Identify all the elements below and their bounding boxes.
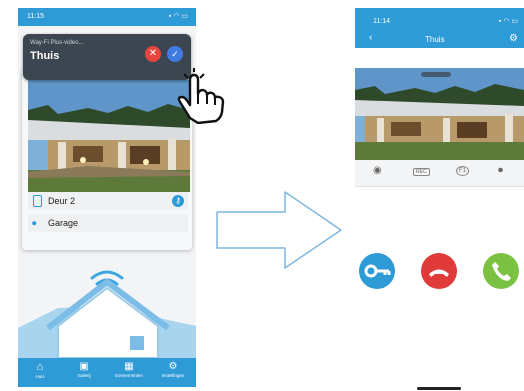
notification-app-label: Way-Fi Plus-video... [30, 40, 84, 46]
hang-up-icon [429, 269, 449, 277]
camera-preview[interactable] [28, 80, 190, 192]
accept-button[interactable]: ✓ [167, 46, 183, 62]
unlock-button[interactable] [359, 253, 395, 289]
back-icon[interactable]: ‹ [369, 32, 372, 43]
left-phone-screen: 11:15 ▪ ◠ ▭ Deur 2 ⚷ ⏺ Garage Way-Fi Plu… [18, 8, 196, 387]
status-icons: ▪ ◠ ▭ [168, 13, 188, 20]
nav-label: Evenementen [115, 373, 143, 378]
snapshot-icon[interactable]: ◉ [373, 165, 382, 176]
live-camera-view[interactable] [355, 68, 524, 160]
list-item-deur-2[interactable]: Deur 2 ⚷ [28, 192, 188, 210]
key-icon [364, 264, 391, 278]
header-title: Thuis [425, 35, 445, 44]
decline-button[interactable]: ✕ [145, 46, 161, 62]
row-label: Garage [48, 218, 79, 228]
nav-item-evenementen[interactable]: ▦ Evenementen [107, 358, 151, 387]
function-f1-button[interactable]: F1 [456, 166, 470, 176]
home-icon: ⌂ [36, 361, 44, 373]
camera-switch-icon[interactable]: ⏺ [498, 165, 503, 176]
hand-pointer-icon [177, 68, 225, 124]
home-illustration [18, 270, 196, 358]
door-icon [33, 195, 42, 207]
right-phone-screen: 11:14 ▪ ◠ ▭ ‹ Thuis ⚙ ◉ REC F1 ⏺ [355, 8, 524, 391]
key-icon[interactable]: ⚷ [172, 195, 184, 207]
incoming-call-notification[interactable]: Way-Fi Plus-video... Thuis ✕ ✓ [23, 34, 191, 80]
nav-item-instellingen[interactable]: ⚙ Instellingen [151, 358, 195, 387]
camera-controls: ◉ REC F1 ⏺ [355, 160, 524, 187]
phone-icon [492, 262, 511, 281]
home-indicator [417, 387, 461, 390]
arrow-right-icon [216, 191, 342, 269]
camera-icon: ⏺ [32, 218, 37, 228]
hang-up-button[interactable] [421, 253, 457, 289]
nav-item-galerij[interactable]: ▣ Galerij [62, 358, 106, 387]
status-time: 11:14 [373, 18, 390, 25]
header-bar: 11:14 ▪ ◠ ▭ ‹ Thuis ⚙ [355, 8, 524, 48]
list-item-garage[interactable]: ⏺ Garage [28, 214, 188, 232]
bottom-navigation: ⌂ Huis ▣ Galerij ▦ Evenementen ⚙ Instell… [18, 358, 196, 387]
status-icons: ▪ ◠ ▭ [498, 18, 518, 25]
status-bar: 11:15 ▪ ◠ ▭ [18, 8, 196, 26]
nav-label: Huis [35, 374, 45, 379]
settings-icon[interactable]: ⚙ [509, 33, 518, 44]
nav-label: Galerij [77, 373, 91, 378]
calendar-icon: ▦ [124, 361, 134, 372]
gallery-icon: ▣ [79, 361, 89, 372]
row-label: Deur 2 [48, 196, 76, 206]
notification-title: Thuis [30, 50, 60, 62]
status-time: 11:15 [27, 13, 44, 20]
nav-item-huis[interactable]: ⌂ Huis [18, 358, 62, 387]
answer-button[interactable] [483, 253, 519, 289]
settings-icon: ⚙ [168, 361, 178, 372]
nav-label: Instellingen [161, 373, 185, 378]
record-button[interactable]: REC [413, 168, 430, 176]
